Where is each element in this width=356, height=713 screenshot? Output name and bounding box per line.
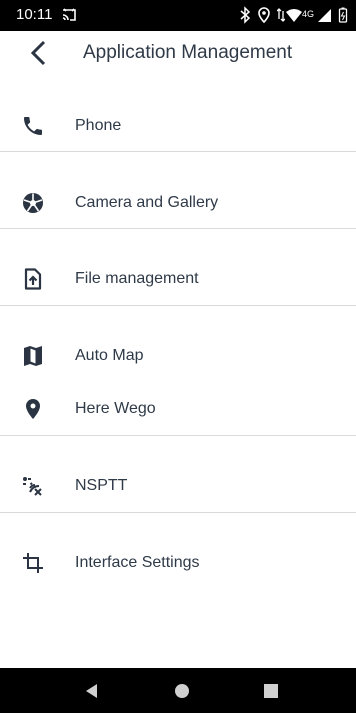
menu-item-here-wego[interactable]: Here Wego <box>0 389 356 429</box>
divider <box>0 305 356 306</box>
recents-square-icon[interactable] <box>261 681 281 701</box>
aperture-icon <box>23 193 43 213</box>
menu-item-label: Here Wego <box>75 400 156 417</box>
page-title: Application Management <box>83 42 293 63</box>
menu-item-label: Interface Settings <box>75 554 200 571</box>
menu-item-label: NSPTT <box>75 477 128 494</box>
back-triangle-icon[interactable] <box>82 681 102 701</box>
chevron-left-icon[interactable] <box>24 38 54 68</box>
battery-icon <box>338 7 348 23</box>
cellular-icon <box>318 9 331 22</box>
menu-item-label: Camera and Gallery <box>75 194 219 211</box>
location-icon <box>258 7 270 24</box>
divider <box>0 151 356 152</box>
navigation-bar <box>0 668 356 713</box>
crop-icon <box>23 553 43 573</box>
divider <box>0 435 356 436</box>
menu-item-phone[interactable]: Phone <box>0 106 356 146</box>
cast-icon <box>62 8 76 21</box>
file-upload-icon <box>24 268 42 290</box>
menu-item-auto-map[interactable]: Auto Map <box>0 336 356 376</box>
menu-item-camera-gallery[interactable]: Camera and Gallery <box>0 183 356 223</box>
phone-icon <box>24 117 42 135</box>
home-circle-icon[interactable] <box>172 681 192 701</box>
menu-item-nsptt[interactable]: NSPTT <box>0 466 356 506</box>
bluetooth-icon <box>240 6 251 24</box>
menu-item-label: File management <box>75 270 199 287</box>
radio-signal-icon <box>23 477 42 496</box>
data-arrows-icon <box>277 8 285 22</box>
menu-item-interface-settings[interactable]: Interface Settings <box>0 543 356 583</box>
map-icon <box>24 346 42 366</box>
app-header: Application Management <box>0 31 356 75</box>
network-type: 4G <box>302 9 315 19</box>
status-time: 10:11 <box>16 6 53 23</box>
divider <box>0 228 356 229</box>
location-pin-icon <box>26 399 40 419</box>
status-bar: 10:11 4G <box>0 0 356 31</box>
divider <box>0 512 356 513</box>
menu-item-label: Auto Map <box>75 347 144 364</box>
menu-item-label: Phone <box>75 117 122 134</box>
menu-item-file-management[interactable]: File management <box>0 259 356 299</box>
wifi-icon <box>286 9 302 22</box>
